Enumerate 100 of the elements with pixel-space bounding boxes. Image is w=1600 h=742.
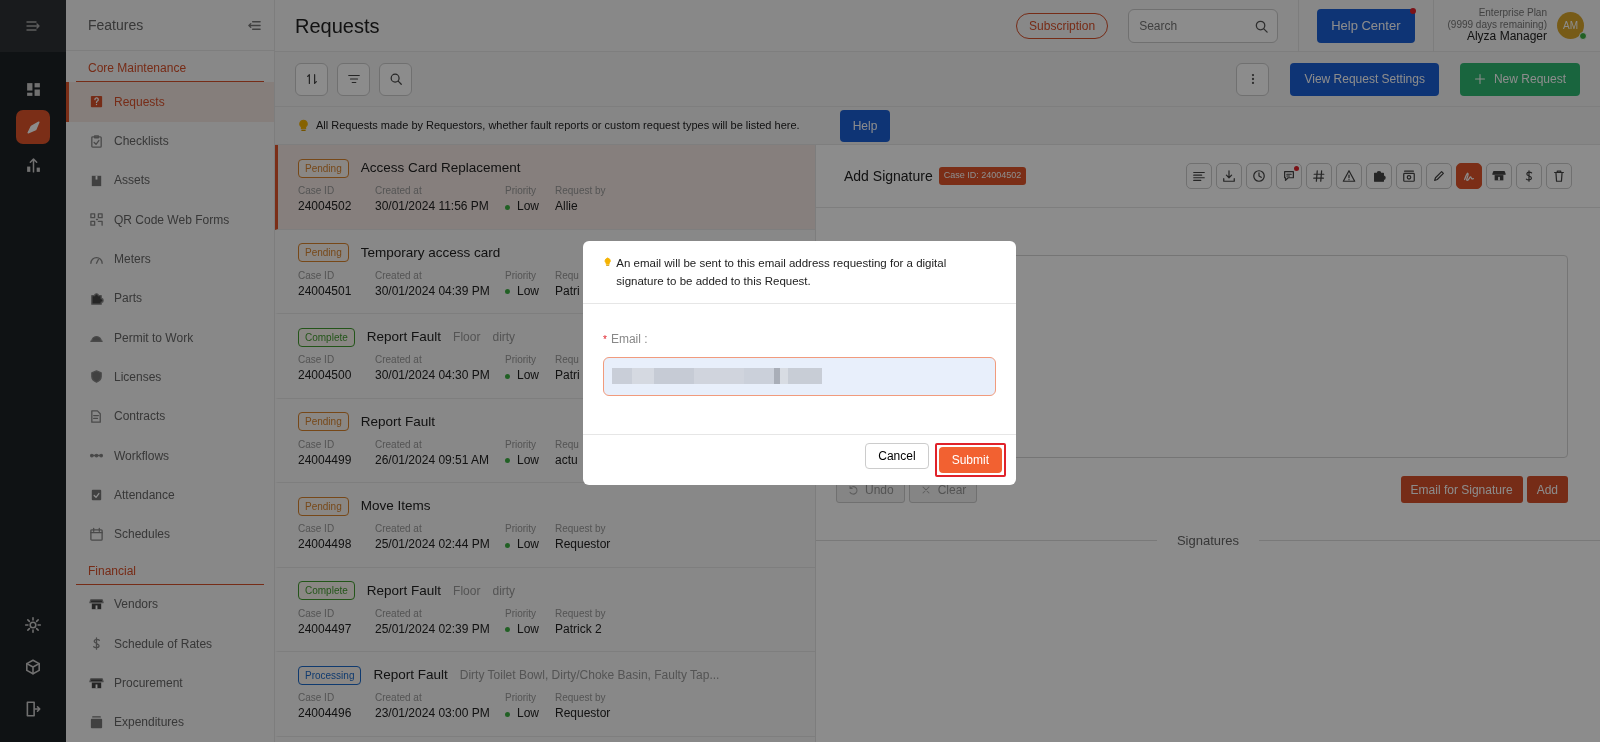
case-id: 24004499 (298, 451, 352, 469)
help-button[interactable]: Help (839, 109, 891, 142)
case-id: 24004502 (298, 198, 352, 216)
tool-button[interactable] (1336, 163, 1362, 189)
status-badge: Pending (298, 158, 349, 178)
sidebar-item[interactable]: Licenses (66, 357, 274, 397)
folder-icon (89, 714, 104, 730)
email-field[interactable] (603, 356, 996, 396)
sidebar-item[interactable]: Procurement (66, 663, 274, 703)
sidebar-item[interactable]: Expenditures (66, 702, 274, 742)
sidebar-item[interactable]: Vendors (66, 584, 274, 625)
status-badge: Pending (298, 412, 349, 432)
new-request-button[interactable]: New Request (1459, 62, 1580, 96)
created-date: 26/01/2024 09:51 AM (375, 451, 490, 469)
priority-value: Low (517, 621, 539, 636)
sidebar-item[interactable]: Schedule of Rates (66, 624, 274, 664)
box-icon (89, 173, 104, 188)
created-date: 30/01/2024 04:39 PM (375, 282, 490, 300)
case-id: 24004496 (298, 705, 352, 723)
sidebar-item[interactable]: QR Code Web Forms (66, 200, 274, 240)
help-center-button[interactable]: Help Center (1317, 8, 1415, 43)
add-button[interactable]: Add (1526, 476, 1568, 503)
user-name: Alyza Manager (1466, 30, 1547, 44)
settings-icon[interactable] (24, 616, 42, 634)
cube-icon[interactable] (24, 658, 42, 676)
sidebar-item[interactable]: Requests (66, 82, 274, 122)
sidebar-item[interactable]: Meters (66, 239, 274, 279)
requester-name: Allie (555, 198, 578, 216)
download-icon (1222, 169, 1236, 183)
status-badge: Complete (298, 327, 355, 347)
request-title: Temporary access card (360, 243, 501, 262)
search-icon (388, 72, 403, 86)
tool-button[interactable] (1396, 163, 1422, 189)
priority-dot (505, 373, 510, 379)
pencil-icon (1432, 169, 1446, 183)
cancel-button[interactable]: Cancel (865, 442, 929, 469)
status-badge: Pending (298, 496, 349, 516)
requester-name: Patri (555, 367, 580, 385)
tool-button[interactable] (1516, 163, 1542, 189)
status-badge: Processing (298, 665, 362, 685)
sidebar-item[interactable]: Schedules (66, 514, 274, 554)
view-settings-button[interactable]: View Request Settings (1290, 62, 1439, 96)
tool-button[interactable] (1216, 163, 1242, 189)
section-heading: Financial (76, 559, 264, 585)
case-id: 24004500 (298, 367, 352, 385)
lightbulb-icon (603, 255, 613, 269)
status-badge: Pending (298, 243, 349, 263)
priority-value: Low (517, 283, 539, 298)
created-date: 23/01/2024 03:00 PM (375, 705, 490, 723)
required-mark: * (603, 333, 607, 345)
priority-value: Low (517, 199, 539, 214)
sidebar-item[interactable]: Workflows (66, 435, 274, 476)
toolbar-button[interactable] (379, 62, 412, 96)
search-icon (1254, 18, 1270, 34)
sidebar-item[interactable]: Permit to Work (66, 318, 274, 358)
sidebar-item[interactable]: Assets (66, 160, 274, 201)
chat-icon (1282, 169, 1296, 183)
toolbar-button[interactable] (295, 62, 328, 96)
tool-button[interactable] (1426, 163, 1452, 189)
tool-button[interactable] (1246, 163, 1272, 189)
dashboard-icon (24, 80, 42, 98)
rail-button[interactable] (16, 110, 50, 144)
sidebar-item[interactable]: Checklists (66, 121, 274, 161)
submit-button[interactable]: Submit (938, 446, 1002, 473)
tool-button[interactable] (1306, 163, 1332, 189)
tool-button[interactable] (1486, 163, 1512, 189)
priority-dot (505, 458, 510, 464)
tool-button[interactable] (1366, 163, 1392, 189)
clipboard-icon (89, 133, 104, 149)
toolbar-button[interactable] (337, 62, 370, 96)
user-avatar[interactable]: AM (1557, 12, 1584, 39)
sidebar-item[interactable]: Attendance (66, 475, 274, 515)
requester-name: Requestor (555, 536, 611, 554)
tool-button[interactable] (1276, 163, 1302, 189)
requester-name: Patrick 2 (555, 620, 602, 638)
priority-dot (505, 711, 510, 717)
request-title: Report Fault (366, 581, 442, 600)
info-text: All Requests made by Requestors, whether fault reports or custom request types will be listed here. (316, 118, 800, 134)
page-title: Requests (295, 13, 381, 39)
tool-button[interactable] (1186, 163, 1212, 189)
priority-dot (505, 289, 510, 295)
created-date: 30/01/2024 11:56 PM (375, 198, 489, 216)
logout-icon[interactable] (24, 700, 42, 718)
priority-value: Low (517, 368, 539, 383)
menu-icon[interactable] (25, 18, 41, 34)
case-id: 24004498 (298, 536, 352, 554)
detail-title: Add Signature (844, 166, 933, 186)
checklist-icon (89, 487, 104, 503)
email-signature-button[interactable]: Email for Signature (1400, 476, 1523, 503)
plan-name: Enterprise Plan (1477, 7, 1547, 19)
question-icon (89, 94, 104, 110)
sidebar-item[interactable]: Parts (66, 278, 274, 319)
clock-icon (1252, 169, 1266, 183)
search-field[interactable]: Search (1128, 8, 1279, 43)
sidebar-item[interactable]: Contracts (66, 396, 274, 436)
tool-button[interactable] (1546, 163, 1572, 189)
store-icon (89, 596, 104, 612)
tool-button[interactable] (1456, 163, 1482, 189)
request-title: Move Items (360, 497, 431, 515)
hash-icon (1312, 169, 1326, 183)
